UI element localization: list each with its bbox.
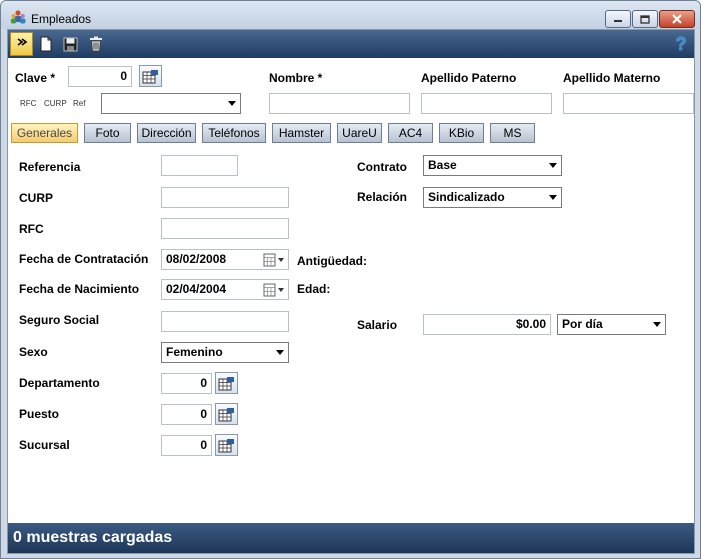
chevron-down-icon: [549, 195, 557, 200]
relacion-label: Relación: [357, 190, 408, 204]
curp-field[interactable]: [161, 187, 289, 208]
id-search-select[interactable]: [101, 93, 241, 114]
chevron-down-icon: [653, 322, 661, 327]
referencia-field[interactable]: [161, 155, 238, 176]
lookup-table-icon: [218, 407, 234, 421]
minimize-icon: [614, 20, 622, 22]
double-chevron-icon: [17, 38, 27, 46]
puesto-field[interactable]: 0: [161, 404, 212, 425]
seguro-social-label: Seguro Social: [19, 313, 100, 327]
contrato-select[interactable]: Base: [423, 155, 562, 176]
fecha-nacimiento-label: Fecha de Nacimiento: [19, 282, 140, 296]
delete-button[interactable]: [84, 32, 107, 56]
fecha-nacimiento-value: 02/04/2004: [166, 282, 227, 296]
tab-direccion[interactable]: Dirección: [137, 123, 196, 143]
referencia-label: Referencia: [19, 160, 81, 174]
curp-tag[interactable]: CURP: [44, 99, 67, 108]
apellido-materno-field[interactable]: [563, 93, 694, 114]
title-bar[interactable]: Empleados: [1, 1, 700, 29]
sucursal-lookup-button[interactable]: [215, 434, 238, 456]
tab-ms[interactable]: MS: [490, 123, 535, 143]
apellido-paterno-field[interactable]: [421, 93, 552, 114]
departamento-label: Departamento: [19, 376, 100, 390]
lookup-table-icon: [218, 438, 234, 452]
fecha-contratacion-label: Fecha de Contratación: [19, 252, 149, 266]
tab-uareu[interactable]: UareU: [337, 123, 382, 143]
new-document-icon: [40, 36, 51, 52]
seguro-social-field[interactable]: [161, 311, 289, 332]
toolbar: ?: [8, 30, 694, 58]
sucursal-label: Sucursal: [19, 438, 70, 452]
relacion-select[interactable]: Sindicalizado: [423, 187, 562, 208]
clave-lookup-button[interactable]: [139, 65, 162, 87]
tab-ac4[interactable]: AC4: [388, 123, 433, 143]
contrato-value: Base: [428, 158, 457, 172]
tab-telefonos[interactable]: Teléfonos: [202, 123, 266, 143]
apellido-paterno-label: Apellido Paterno: [421, 71, 517, 85]
close-icon: [672, 14, 682, 24]
window-title: Empleados: [31, 12, 92, 26]
edad-label: Edad:: [297, 282, 331, 296]
apellido-materno-label: Apellido Materno: [563, 71, 661, 85]
nombre-field[interactable]: [269, 93, 410, 114]
sucursal-field[interactable]: 0: [161, 435, 212, 456]
puesto-lookup-button[interactable]: [215, 403, 238, 425]
departamento-lookup-button[interactable]: [215, 372, 238, 394]
lookup-table-icon: [142, 69, 158, 83]
fecha-contratacion-field[interactable]: 08/02/2008: [161, 249, 289, 270]
relacion-value: Sindicalizado: [428, 190, 505, 204]
curp-label: CURP: [19, 191, 54, 205]
new-button[interactable]: [34, 32, 57, 56]
rfc-field[interactable]: [161, 218, 289, 239]
nombre-label: Nombre *: [269, 71, 323, 85]
help-icon[interactable]: ?: [671, 34, 691, 54]
ref-tag[interactable]: Ref: [73, 99, 85, 108]
sexo-label: Sexo: [19, 345, 48, 359]
sexo-select[interactable]: Femenino: [161, 342, 289, 363]
fecha-contratacion-value: 08/02/2008: [166, 252, 227, 266]
periodo-select[interactable]: Por día: [557, 314, 666, 335]
salario-field[interactable]: $0.00: [423, 314, 551, 335]
sexo-value: Femenino: [166, 345, 223, 359]
tab-foto[interactable]: Foto: [84, 123, 131, 143]
status-bar: 0 muestras cargadas: [8, 523, 694, 553]
lookup-table-icon: [218, 376, 234, 390]
minimize-button[interactable]: [605, 10, 631, 28]
rfc-tag[interactable]: RFC: [20, 99, 36, 108]
calendar-icon[interactable]: [263, 253, 285, 267]
floppy-disk-icon: [63, 37, 78, 51]
tab-hamster[interactable]: Hamster: [272, 123, 331, 143]
salario-label: Salario: [357, 318, 398, 332]
maximize-icon: [640, 14, 650, 24]
maximize-button[interactable]: [632, 10, 658, 28]
expand-button[interactable]: [10, 32, 33, 56]
puesto-label: Puesto: [19, 407, 60, 421]
periodo-value: Por día: [562, 317, 603, 331]
clave-field[interactable]: 0: [68, 66, 132, 87]
fecha-nacimiento-field[interactable]: 02/04/2004: [161, 279, 289, 300]
content-area: ? Clave * 0 Nombre * Apellido Paterno Ap…: [7, 29, 695, 554]
contrato-label: Contrato: [357, 160, 407, 174]
chevron-down-icon: [549, 163, 557, 168]
chevron-down-icon: [228, 101, 236, 106]
close-button[interactable]: [659, 10, 695, 28]
antiguedad-label: Antigüedad:: [297, 254, 367, 268]
clave-label: Clave *: [15, 71, 56, 85]
tab-generales[interactable]: Generales: [11, 123, 78, 143]
trash-icon: [89, 36, 102, 52]
people-icon: [10, 10, 26, 24]
employees-window: Empleados ? Clave * 0 Nombre * Apellido …: [0, 0, 701, 559]
departamento-field[interactable]: 0: [161, 373, 212, 394]
tab-kbio[interactable]: KBio: [439, 123, 484, 143]
rfc-label: RFC: [19, 222, 44, 236]
save-button[interactable]: [59, 32, 82, 56]
calendar-icon[interactable]: [263, 283, 285, 297]
chevron-down-icon: [276, 350, 284, 355]
